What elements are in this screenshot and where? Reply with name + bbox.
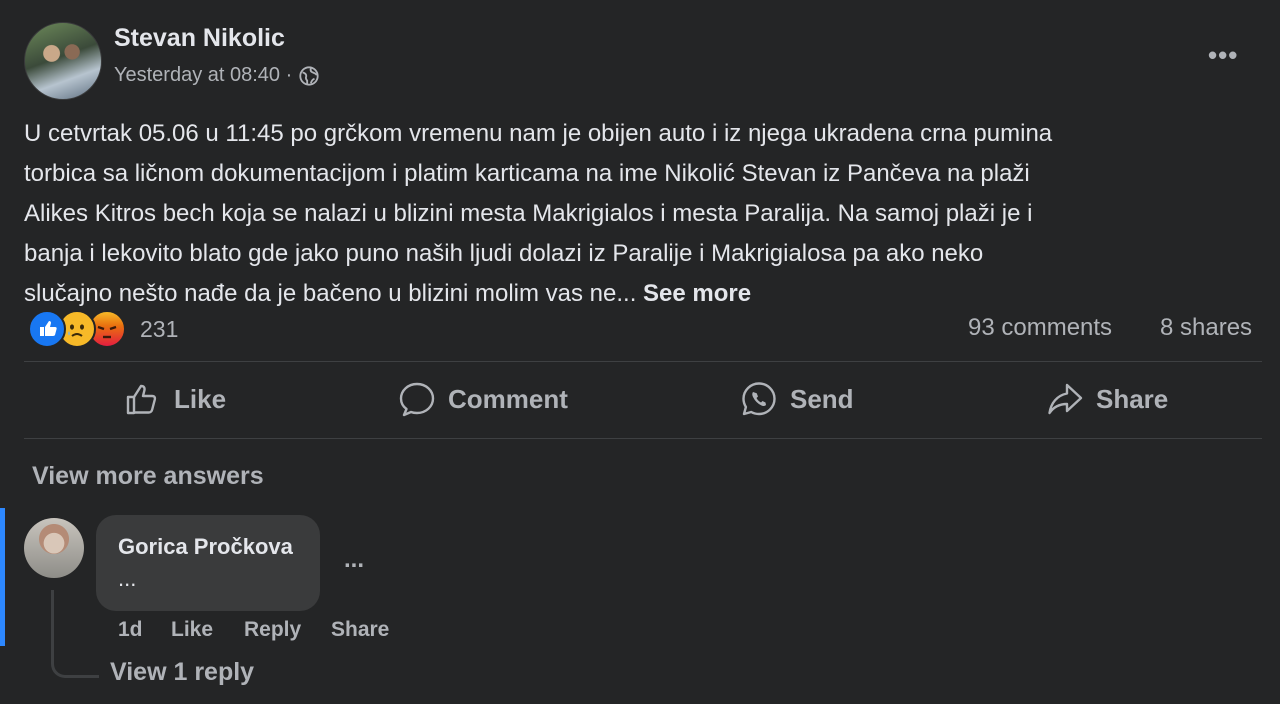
view-replies-link[interactable]: View 1 reply bbox=[110, 658, 254, 687]
post-meta: Yesterday at 08:40 · bbox=[114, 64, 320, 87]
author-avatar[interactable] bbox=[24, 22, 102, 100]
send-button[interactable]: Send bbox=[740, 380, 854, 418]
shares-count-link[interactable]: 8 shares bbox=[1160, 314, 1252, 342]
post-body: U cetvrtak 05.06 u 11:45 po grčkom vreme… bbox=[24, 120, 1053, 307]
share-button[interactable]: Share bbox=[1046, 380, 1168, 418]
comment-reply-button[interactable]: Reply bbox=[244, 618, 301, 642]
commenter-avatar[interactable] bbox=[24, 518, 84, 578]
comment-button[interactable]: Comment bbox=[398, 380, 568, 418]
whatsapp-icon bbox=[742, 382, 776, 416]
divider-bottom bbox=[24, 438, 1262, 439]
send-label: Send bbox=[790, 383, 854, 414]
commenter-name[interactable]: Gorica Pročkova bbox=[118, 534, 293, 560]
share-arrow-icon bbox=[1048, 383, 1083, 415]
comment-like-button[interactable]: Like bbox=[171, 618, 213, 642]
view-more-answers-link[interactable]: View more answers bbox=[32, 462, 264, 491]
like-button[interactable]: Like bbox=[124, 380, 226, 418]
share-label: Share bbox=[1096, 383, 1169, 414]
comment-bubble bbox=[96, 515, 320, 611]
comment-share-button[interactable]: Share bbox=[331, 618, 389, 642]
globe-icon bbox=[299, 65, 319, 86]
see-more-link[interactable]: See more bbox=[643, 280, 751, 307]
comment-highlight-bar bbox=[0, 508, 5, 646]
divider-top bbox=[24, 361, 1262, 362]
like-label: Like bbox=[174, 383, 227, 414]
reply-thread-line bbox=[51, 590, 99, 678]
thumbs-up-icon bbox=[126, 384, 157, 415]
comment-age[interactable]: 1d bbox=[118, 618, 143, 642]
comment-options-icon[interactable]: ... bbox=[344, 546, 364, 574]
speech-bubble-icon bbox=[399, 382, 435, 417]
comment-text: ... bbox=[118, 566, 137, 591]
post-text: U cetvrtak 05.06 u 11:45 po grčkom vreme… bbox=[24, 114, 1256, 314]
post-timestamp[interactable]: Yesterday at 08:40 · bbox=[114, 64, 292, 87]
post-options-icon[interactable]: ••• bbox=[1208, 40, 1238, 71]
comment-label: Comment bbox=[448, 383, 568, 414]
reaction-count: 231 bbox=[140, 315, 179, 342]
comments-count-link[interactable]: 93 comments bbox=[968, 314, 1112, 342]
author-name[interactable]: Stevan Nikolic bbox=[114, 24, 285, 53]
reactions-summary[interactable]: 231 bbox=[28, 310, 178, 348]
like-icon bbox=[28, 310, 66, 348]
